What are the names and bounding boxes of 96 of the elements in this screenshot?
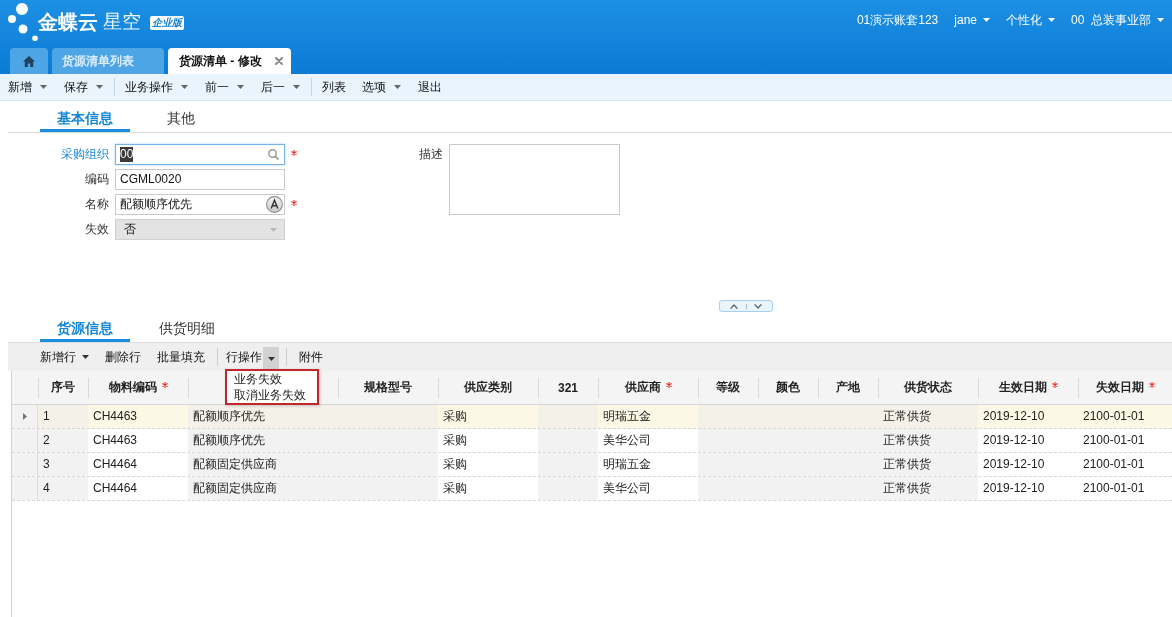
home-tab[interactable] [10,48,48,74]
table-cell-text: CH4464 [92,480,139,497]
table-cell-text: 采购 [442,432,468,449]
field-link[interactable]: 采购组织 [40,144,109,165]
toolbar-button[interactable]: 后一 [253,78,309,96]
table-row[interactable]: 4 CH4464 配额固定供应商 采购 美华公司 正常供货 2019-12-10 2100-01-01 [12,477,1172,501]
table-cell-text: 明瑞五金 [602,408,652,425]
toolbar-button[interactable]: 选项 [354,78,410,96]
user-menu-item[interactable]: 个性化 [998,12,1063,28]
chevron-down-icon[interactable] [754,303,762,309]
column-header[interactable]: 供货状态 [904,379,952,396]
table-cell-text: 明瑞五金 [602,456,652,473]
home-icon [23,55,35,67]
close-icon[interactable] [274,57,283,65]
input-field[interactable]: CGML0020 [115,169,285,190]
table-cell-text: 2100-01-01 [1082,432,1146,449]
table-cell-text: CH4463 [92,408,139,425]
table-cell-text: 2019-12-10 [982,432,1046,449]
caret-icon [270,227,277,232]
dots-logo-icon [8,3,38,41]
table-cell: 正常供货 [878,429,978,452]
column-header[interactable]: 产地 [836,379,860,396]
row-header[interactable] [12,405,38,428]
table-cell-text: 采购 [442,456,468,473]
table-cell: 配额固定供应商 [188,453,338,476]
toolbar-button[interactable]: 列表 [314,78,354,96]
table-cell-text: 美华公司 [602,432,652,449]
toolbar-button[interactable]: 行操作 [221,347,263,367]
column-header[interactable]: 321 [558,380,578,395]
table-cell: 正常供货 [878,477,978,500]
table-row[interactable]: 3 CH4464 配额固定供应商 采购 明瑞五金 正常供货 2019-12-10 2100-01-01 [12,453,1172,477]
column-header[interactable]: 供应商 [624,379,661,396]
input-field[interactable]: 配额顺序优先 [115,194,285,215]
table-cell-text: CH4463 [92,432,139,449]
table-cell: 配额固定供应商 [188,477,338,500]
user-menu-item[interactable]: 01演示账套123 [848,12,947,28]
table-cell-text: 2019-12-10 [982,480,1046,497]
table-cell: 正常供货 [878,453,978,476]
table-row[interactable]: 1 CH4463 配额顺序优先 采购 明瑞五金 正常供货 2019-12-10 2100-01-01 [12,405,1172,429]
circled-a-icon[interactable] [266,196,283,213]
field-label: 名称 [84,196,109,213]
field-label: 失效 [84,221,109,238]
tab[interactable]: 基本信息 [40,108,130,132]
column-header[interactable]: 序号 [51,379,75,396]
caret-icon [267,357,275,361]
table-cell-text: 2100-01-01 [1082,480,1146,497]
tab[interactable]: 货源清单 - 修改 [168,48,291,74]
table-cell-text: 2019-12-10 [982,456,1046,473]
field-label: 描述 [418,146,443,163]
table-cell-text: 美华公司 [602,480,652,497]
table-cell: 正常供货 [878,405,978,428]
column-header[interactable]: 生效日期 [998,379,1047,396]
toolbar-button[interactable]: 新增行 [32,347,97,367]
table-cell: 3 [38,453,88,476]
table-cell: 1 [38,405,88,428]
toolbar-button[interactable]: 保存 [56,78,112,96]
table-cell-text: 采购 [442,408,468,425]
column-header[interactable]: 等级 [716,379,740,396]
search-icon[interactable] [268,149,279,160]
chevron-up-icon[interactable] [730,303,738,309]
textarea-field[interactable] [449,144,620,215]
lookup-field[interactable]: 00 [115,144,285,165]
table-cell: 配额顺序优先 [188,405,338,428]
edition-badge: 企业版 [150,16,184,30]
table-cell: 配额顺序优先 [188,429,338,452]
toolbar-button[interactable]: 附件 [291,347,331,367]
table-cell-text: 2019-12-10 [982,408,1046,425]
table-cell: 2 [38,429,88,452]
table-cell-text: 采购 [442,480,468,497]
toolbar-button[interactable]: 批量填充 [149,347,213,367]
column-header[interactable]: 规格型号 [364,379,412,396]
toolbar-button[interactable]: 前一 [197,78,253,96]
collapse-toggle[interactable] [719,300,773,312]
table-cell: 4 [38,477,88,500]
column-header[interactable]: 颜色 [776,379,800,396]
toolbar-button[interactable]: 业务操作 [117,78,197,96]
table-cell-text: 2100-01-01 [1082,456,1146,473]
user-menu-item[interactable]: 00 总装事业部 [1063,12,1172,28]
tab[interactable]: 其他 [136,108,226,132]
menu-item[interactable]: 业务失效 [227,371,317,387]
table-cell-text: 2100-01-01 [1082,408,1146,425]
toolbar-button[interactable]: 退出 [410,78,450,96]
toolbar-button[interactable]: 新增 [0,78,56,96]
tab[interactable]: 供货明细 [142,318,232,342]
table-row[interactable]: 2 CH4463 配额顺序优先 采购 美华公司 正常供货 2019-12-10 2100-01-01 [12,429,1172,453]
logo-text: 金蝶云 [38,10,98,34]
column-header[interactable]: 供应类别 [464,379,512,396]
column-header[interactable]: 物料编码 [108,379,157,396]
menu-item[interactable]: 取消业务失效 [227,387,317,403]
logo-text: 星空 [103,10,141,34]
field-label: 编码 [84,171,109,188]
toolbar-button[interactable]: 删除行 [97,347,149,367]
user-menu-item[interactable]: jane [946,12,998,28]
column-header[interactable]: 失效日期 [1095,379,1144,396]
dropdown-button[interactable] [263,347,279,371]
table-cell-text: CH4464 [92,456,139,473]
